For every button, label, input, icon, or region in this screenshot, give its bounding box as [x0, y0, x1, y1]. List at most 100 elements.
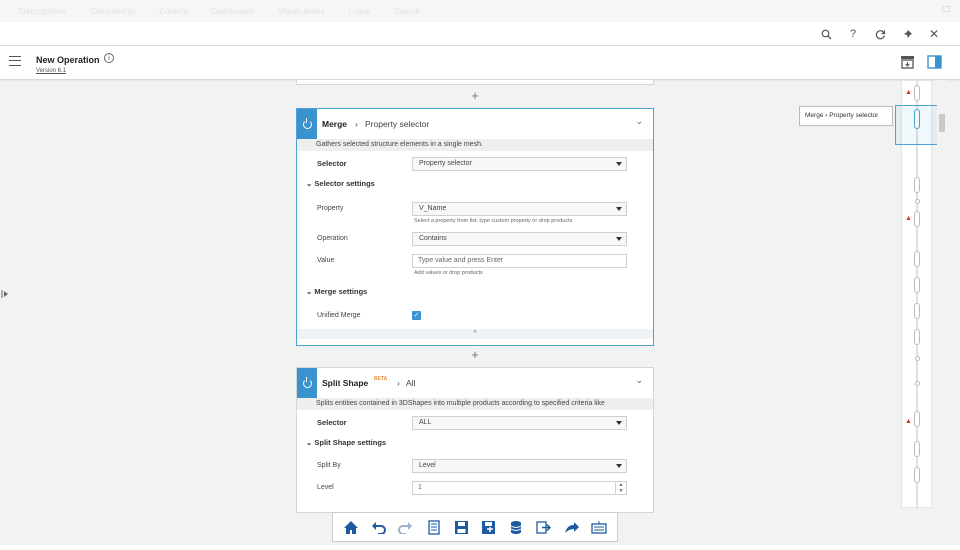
search-icon[interactable]: [819, 27, 833, 41]
level-row: Level 1 ▲ ▼: [297, 478, 653, 500]
value-hint: Add values or drop products: [414, 270, 483, 276]
selector-row: Selector Property selector: [297, 151, 653, 175]
value-row: Value Type value and press Enter Add val…: [297, 251, 653, 283]
split-settings-label: Split Shape settings: [314, 438, 387, 447]
minimap-node[interactable]: [914, 251, 920, 267]
collapse-chevron-icon[interactable]: ⌄: [635, 375, 643, 386]
split-settings-title: ⌄ Split Shape settings: [306, 438, 386, 447]
merge-title: Merge: [322, 119, 348, 129]
nav-content[interactable]: Content: [159, 7, 187, 16]
scrollbar-thumb[interactable]: [939, 114, 945, 132]
undo-icon[interactable]: [368, 517, 388, 537]
previous-card-bottom: [296, 80, 654, 85]
unified-merge-checkbox[interactable]: ✓: [412, 311, 421, 320]
collapse-chevron-icon[interactable]: ⌄: [635, 116, 643, 127]
workspace: + Merge › Property selector ⌄ Gathers se…: [0, 80, 960, 545]
minimap-node[interactable]: [914, 177, 920, 193]
selector-settings-section[interactable]: ⌄ Selector settings: [297, 175, 653, 195]
info-icon[interactable]: i: [104, 53, 114, 63]
keyboard-icon[interactable]: [589, 517, 609, 537]
nav-search[interactable]: Search: [395, 7, 420, 16]
merge-settings-section[interactable]: ⌄ Merge settings: [297, 283, 653, 303]
merge-card-header[interactable]: Merge › Property selector ⌄: [297, 109, 653, 139]
minimap-node[interactable]: [914, 303, 920, 319]
window-restore-icon[interactable]: [942, 6, 950, 12]
footer-strip: [0, 545, 960, 550]
split-subtitle: All: [406, 378, 416, 388]
minimap-connector: [915, 381, 920, 386]
nav-vocabularies[interactable]: Vocabularies: [279, 7, 325, 16]
save-icon[interactable]: [451, 517, 471, 537]
split-by-dropdown[interactable]: Level: [412, 459, 627, 473]
pin-icon[interactable]: [900, 27, 914, 41]
minimap-connector: [915, 356, 920, 361]
vertical-scrollbar[interactable]: [937, 80, 947, 508]
split-card-header[interactable]: Split Shape BETA › All ⌄: [297, 368, 653, 398]
selector-settings-label: Selector settings: [314, 179, 375, 188]
close-icon[interactable]: ✕: [927, 27, 941, 41]
menu-icon[interactable]: [9, 56, 21, 66]
level-value: 1: [418, 484, 422, 491]
operation-title-bar: New Operation i Version 6.1: [0, 46, 960, 80]
merge-card: Merge › Property selector ⌄ Gathers sele…: [296, 108, 654, 346]
minimap-node[interactable]: [914, 441, 920, 457]
property-label: Property: [317, 205, 344, 212]
minimap-node[interactable]: [914, 211, 920, 227]
property-hint: Select a property from list, type custom…: [414, 218, 573, 224]
warning-icon: ▲: [905, 215, 912, 222]
nav-dashboards[interactable]: Dashboards: [211, 7, 254, 16]
page-title: New Operation: [36, 55, 100, 65]
level-stepper[interactable]: 1 ▲ ▼: [412, 481, 627, 495]
share-icon[interactable]: [562, 517, 582, 537]
collapse-card-bar[interactable]: ^: [297, 329, 653, 339]
operation-row: Operation Contains: [297, 229, 653, 251]
properties-icon[interactable]: [424, 517, 444, 537]
nav-logon[interactable]: Logon: [348, 7, 370, 16]
split-shape-card: Split Shape BETA › All ⌄ Splits entities…: [296, 367, 654, 513]
power-toggle-icon[interactable]: [297, 368, 317, 398]
breadcrumb-separator: ›: [397, 378, 400, 388]
redo-icon[interactable]: [396, 517, 416, 537]
beta-badge: BETA: [374, 376, 388, 382]
help-icon[interactable]: ?: [846, 27, 860, 41]
section-chevron-icon: ⌄: [306, 287, 313, 296]
split-settings-section[interactable]: ⌄ Split Shape settings: [297, 434, 653, 454]
minimap-viewport[interactable]: [895, 105, 939, 145]
value-input[interactable]: Type value and press Enter: [412, 254, 627, 268]
expand-left-panel-icon[interactable]: [1, 290, 9, 298]
minimap-node[interactable]: [914, 329, 920, 345]
merge-description: Gathers selected structure elements in a…: [297, 139, 653, 151]
operation-label: Operation: [317, 235, 348, 242]
refresh-icon[interactable]: [873, 27, 887, 41]
property-row: Property V_Name Select a property from l…: [297, 195, 653, 229]
save-as-icon[interactable]: [479, 517, 499, 537]
power-toggle-icon[interactable]: [297, 109, 317, 139]
property-dropdown[interactable]: V_Name: [412, 202, 627, 216]
add-operation-button[interactable]: +: [469, 348, 481, 361]
selector-label: Selector: [317, 159, 347, 168]
home-icon[interactable]: [341, 517, 361, 537]
database-icon[interactable]: [506, 517, 526, 537]
merge-settings-label: Merge settings: [314, 287, 368, 296]
minimap-node[interactable]: [914, 467, 920, 483]
nav-subscriptions[interactable]: Subscriptions: [18, 7, 66, 16]
header-bar: ? ✕: [0, 22, 960, 46]
bottom-toolbar: [332, 512, 618, 542]
section-chevron-icon: ⌄: [306, 438, 313, 447]
split-by-label: Split By: [317, 462, 341, 469]
minimap-node[interactable]: [914, 85, 920, 101]
export-icon[interactable]: [534, 517, 554, 537]
level-spin-buttons[interactable]: ▲ ▼: [615, 481, 627, 495]
selector-dropdown[interactable]: Property selector: [412, 157, 627, 171]
side-panel-icon[interactable]: [927, 55, 942, 69]
minimap-node[interactable]: [914, 277, 920, 293]
split-selector-dropdown[interactable]: ALL: [412, 416, 627, 430]
minimap-node[interactable]: [914, 411, 920, 427]
split-title: Split Shape: [322, 378, 369, 388]
archive-icon[interactable]: [900, 55, 915, 69]
version-link[interactable]: Version 6.1: [36, 68, 66, 74]
add-operation-button[interactable]: +: [469, 89, 481, 102]
nav-components[interactable]: Components: [90, 7, 135, 16]
operation-dropdown[interactable]: Contains: [412, 232, 627, 246]
operations-minimap[interactable]: ▲ ▲ ▲: [895, 80, 939, 509]
